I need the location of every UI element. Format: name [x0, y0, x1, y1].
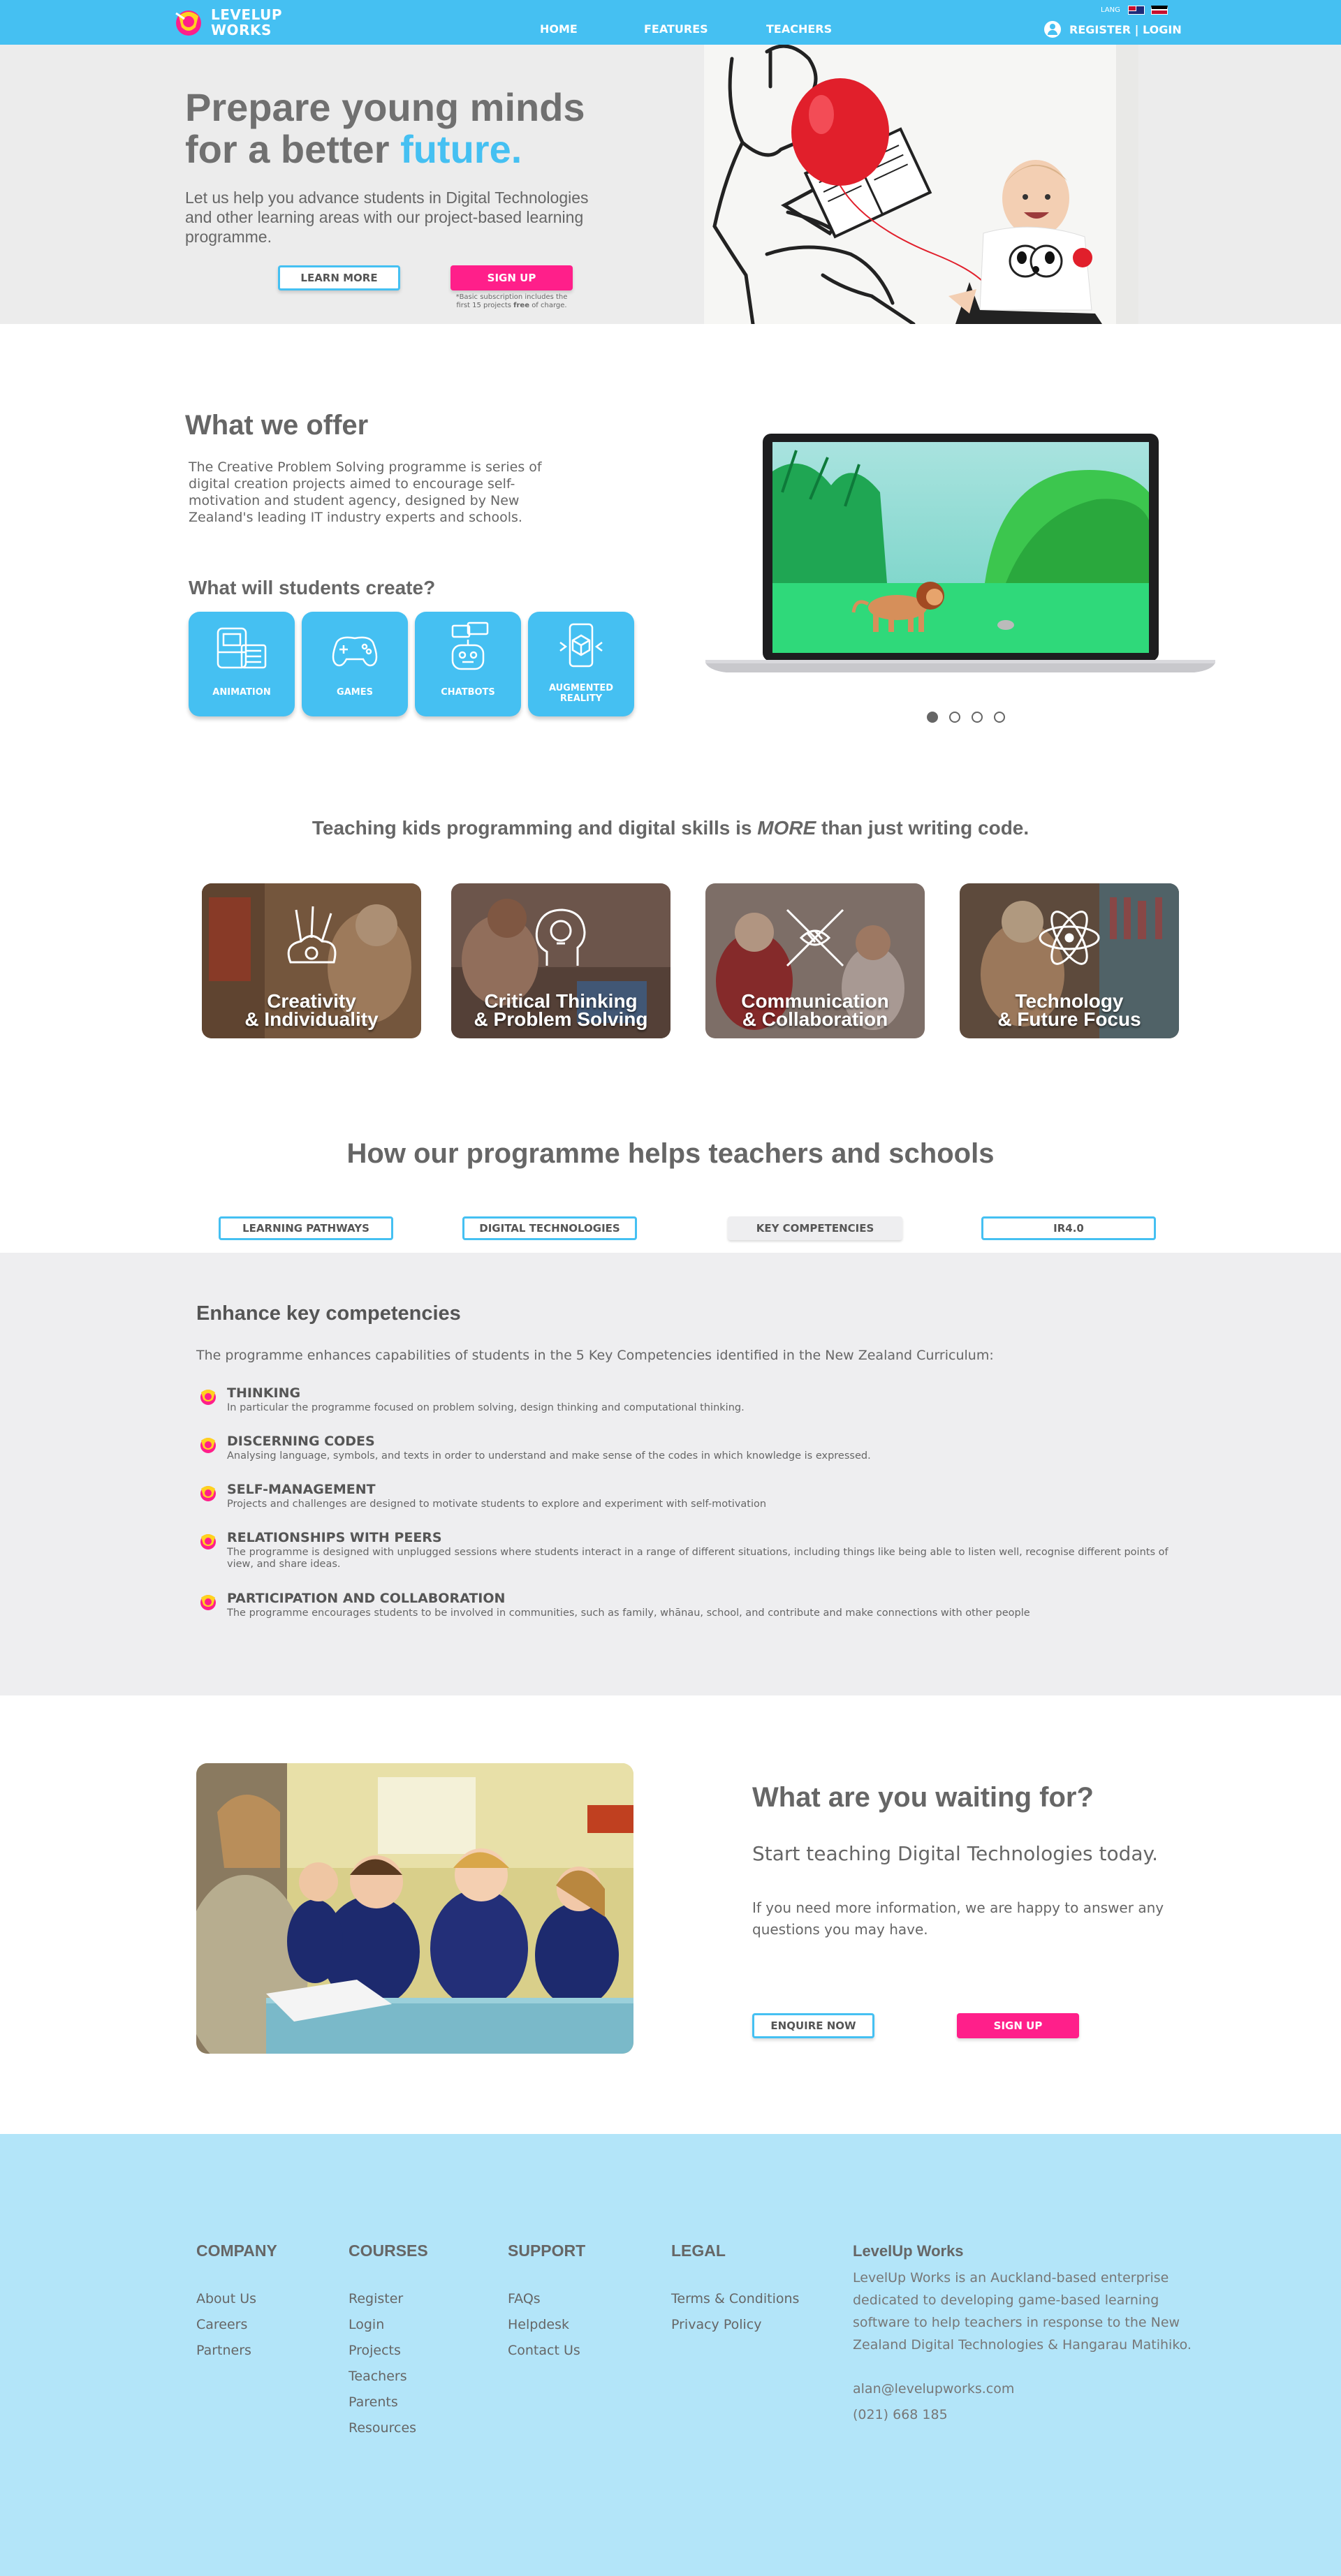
cta-text: If you need more information, we are hap… [752, 1899, 1164, 1938]
cta-sign-up-button[interactable]: SIGN UP [957, 2013, 1079, 2038]
carousel-dot-1[interactable] [927, 712, 938, 723]
footer-link-login[interactable]: Login [349, 2317, 384, 2332]
tile-label: ANIMATION [212, 687, 271, 698]
hero-title: Prepare young minds for a better future. [185, 85, 585, 171]
tile-augmented-reality[interactable]: AUGMENTED REALITY [528, 612, 634, 716]
nz-flag-icon[interactable] [1128, 6, 1145, 15]
cta-title: What are you waiting for? [752, 1782, 1094, 1813]
nav-home[interactable]: HOME [540, 22, 578, 36]
footer-link-partners[interactable]: Partners [196, 2343, 251, 2358]
paint-brushes-icon [287, 906, 337, 964]
maori-flag-icon[interactable] [1151, 6, 1168, 15]
footer-link-about-us[interactable]: About Us [196, 2291, 256, 2306]
enquire-now-button[interactable]: ENQUIRE NOW [752, 2013, 874, 2038]
levelup-bullet-icon [200, 1595, 216, 1610]
tile-label: GAMES [337, 687, 373, 698]
footer-phone[interactable]: (021) 668 185 [853, 2407, 948, 2422]
footer-support-heading: SUPPORT [508, 2242, 586, 2260]
tab-learning-pathways[interactable]: LEARNING PATHWAYS [219, 1216, 393, 1240]
footer-link-projects[interactable]: Projects [349, 2343, 401, 2358]
tile-chatbots[interactable]: CHATBOTS [415, 612, 521, 716]
hero-title-highlight: future. [400, 127, 522, 171]
footer-link-terms[interactable]: Terms & Conditions [671, 2291, 799, 2306]
card-communication[interactable]: Communication & Collaboration [705, 883, 925, 1038]
footer-legal-heading: LEGAL [671, 2242, 726, 2260]
nav-teachers[interactable]: TEACHERS [766, 22, 832, 36]
atom-icon [1039, 911, 1100, 965]
card-critical-thinking[interactable]: Critical Thinking & Problem Solving [451, 883, 670, 1038]
footer-link-register[interactable]: Register [349, 2291, 403, 2306]
footer-link-contact-us[interactable]: Contact Us [508, 2343, 580, 2358]
carousel-dot-4[interactable] [994, 712, 1005, 723]
language-label: LANG [1101, 6, 1120, 14]
footer-about-text: LevelUp Works is an Auckland-based enter… [853, 2270, 1192, 2353]
card-label: Communication & Collaboration [741, 990, 889, 1030]
tile-label: AUGMENTED REALITY [548, 683, 614, 704]
levelup-logo-icon[interactable] [172, 6, 205, 37]
carousel-dot-3[interactable] [972, 712, 983, 723]
footer-link-privacy[interactable]: Privacy Policy [671, 2317, 761, 2332]
card-creativity[interactable]: Creativity & Individuality [202, 883, 421, 1038]
tile-games[interactable]: GAMES [302, 612, 408, 716]
footer-link-teachers[interactable]: Teachers [349, 2369, 407, 2384]
how-title: How our programme helps teachers and sch… [346, 1138, 995, 1169]
footer-link-resources[interactable]: Resources [349, 2420, 416, 2436]
brand-name[interactable]: LEVELUP WORKS [211, 7, 281, 38]
footer-link-parents[interactable]: Parents [349, 2394, 398, 2410]
tab-digital-technologies[interactable]: DIGITAL TECHNOLOGIES [462, 1216, 637, 1240]
carousel-dot-2[interactable] [949, 712, 960, 723]
footer-company-heading: COMPANY [196, 2242, 277, 2260]
tile-animation[interactable]: ANIMATION [189, 612, 295, 716]
footer-link-helpdesk[interactable]: Helpdesk [508, 2317, 569, 2332]
film-icon [217, 627, 267, 669]
levelup-bullet-icon [200, 1534, 216, 1550]
footer-courses-heading: COURSES [349, 2242, 428, 2260]
hero-subtitle: Let us help you advance students in Digi… [185, 189, 589, 246]
footer-about-heading: LevelUp Works [853, 2242, 964, 2260]
hero-sign-up-button[interactable]: SIGN UP [450, 265, 573, 290]
nav-features[interactable]: FEATURES [644, 22, 708, 36]
teaching-title: Teaching kids programming and digital sk… [312, 817, 1029, 839]
footer-link-faqs[interactable]: FAQs [508, 2291, 541, 2306]
cta-subtitle: Start teaching Digital Technologies toda… [752, 1842, 1158, 1865]
gamepad-icon [332, 636, 378, 667]
offer-description: The Creative Problem Solving programme i… [189, 459, 542, 525]
create-title: What will students create? [189, 577, 436, 598]
card-label: Critical Thinking & Problem Solving [474, 990, 648, 1030]
card-label: Technology & Future Focus [997, 990, 1141, 1030]
footer-email[interactable]: alan@levelupworks.com [853, 2381, 1014, 2397]
levelup-bullet-icon [200, 1486, 216, 1501]
laptop-carousel-image [705, 434, 1215, 672]
classroom-photo [196, 1763, 633, 2054]
card-technology[interactable]: Technology & Future Focus [960, 883, 1179, 1038]
levelup-bullet-icon [200, 1390, 216, 1405]
levelup-bullet-icon [200, 1438, 216, 1453]
tab-ir40[interactable]: IR4.0 [981, 1216, 1156, 1240]
learn-more-button[interactable]: LEARN MORE [278, 265, 400, 290]
hands-icon [786, 908, 844, 967]
tab-key-competencies[interactable]: KEY COMPETENCIES [728, 1216, 902, 1240]
robot-icon [451, 621, 489, 670]
card-label: Creativity & Individuality [244, 990, 379, 1030]
user-account-icon[interactable] [1044, 21, 1061, 38]
lightbulb-head-icon [535, 908, 586, 966]
subscription-note: *Basic subscription includes the first 1… [455, 293, 568, 309]
ar-phone-icon [559, 623, 603, 668]
offer-title: What we offer [185, 410, 369, 441]
footer-link-careers[interactable]: Careers [196, 2317, 247, 2332]
competencies-intro: The programme enhances capabilities of s… [196, 1348, 994, 1363]
hero-child-balloon-image [704, 45, 1138, 324]
competencies-title: Enhance key competencies [196, 1302, 461, 1325]
tile-label: CHATBOTS [441, 687, 495, 698]
register-login-link[interactable]: REGISTER | LOGIN [1069, 23, 1182, 36]
